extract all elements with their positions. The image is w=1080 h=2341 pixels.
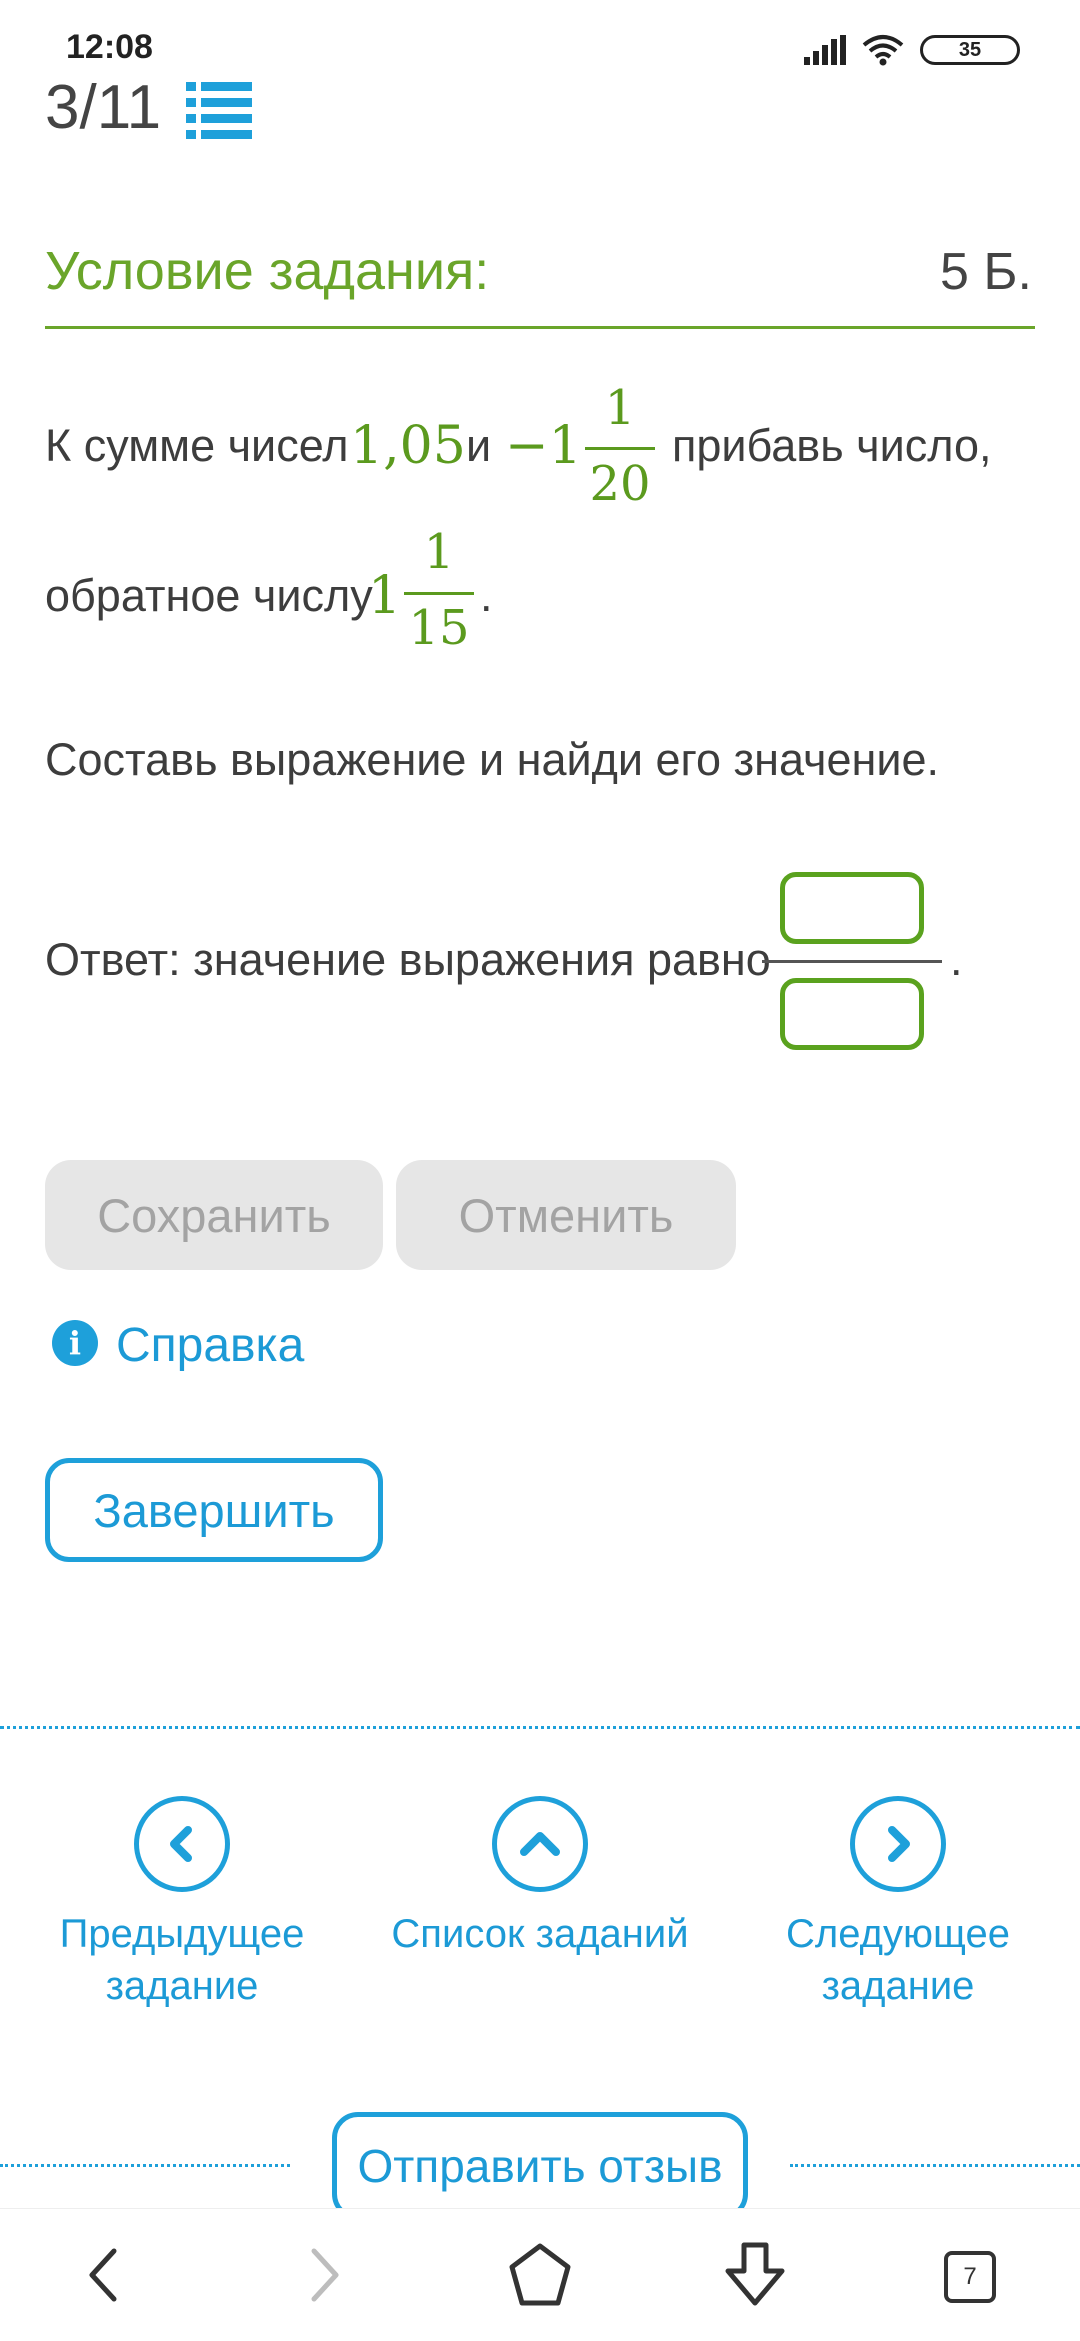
battery-indicator: 35 bbox=[920, 35, 1020, 65]
chevron-up-icon bbox=[520, 1832, 560, 1856]
number-b-denominator: 20 bbox=[589, 456, 651, 512]
line1-suffix: прибавь число, bbox=[672, 420, 992, 471]
number-c-numerator: 1 bbox=[423, 524, 455, 580]
download-icon[interactable] bbox=[720, 2239, 790, 2311]
answer-suffix: . bbox=[950, 934, 963, 985]
feedback-divider-right bbox=[790, 2164, 1080, 2167]
number-c-denominator: 15 bbox=[408, 600, 470, 656]
send-feedback-button[interactable]: Отправить отзыв bbox=[332, 2112, 748, 2220]
previous-task-label[interactable]: Предыдущее задание bbox=[42, 1908, 322, 2012]
next-task-button[interactable] bbox=[850, 1796, 946, 1892]
back-icon[interactable] bbox=[80, 2245, 128, 2305]
task-points: 5 Б. bbox=[940, 243, 1032, 301]
forward-icon[interactable] bbox=[300, 2245, 348, 2305]
numerator-input[interactable] bbox=[780, 872, 924, 944]
line2-prefix: обратное числу bbox=[45, 570, 373, 621]
previous-task-label-line1: Предыдущее bbox=[59, 1912, 305, 1956]
number-b-fraction-bar bbox=[585, 447, 655, 450]
signal-icon bbox=[804, 35, 846, 65]
denominator-input[interactable] bbox=[780, 978, 924, 1050]
task-condition-title: Условие задания: bbox=[45, 241, 490, 301]
number-a: 1,05 bbox=[350, 416, 466, 476]
status-icons: 35 bbox=[804, 30, 1020, 70]
feedback-divider-left bbox=[0, 2164, 290, 2167]
tabs-count-button[interactable]: 7 bbox=[944, 2251, 996, 2303]
finish-button[interactable]: Завершить bbox=[45, 1458, 383, 1562]
cancel-button[interactable]: Отменить bbox=[396, 1160, 736, 1270]
task-list-icon[interactable] bbox=[186, 80, 252, 140]
task-list-button[interactable] bbox=[492, 1796, 588, 1892]
number-b-numerator: 1 bbox=[604, 380, 636, 436]
instruction-text: Составь выражение и найди его значение. bbox=[45, 734, 940, 785]
number-c-fraction-bar bbox=[404, 592, 474, 595]
task-counter: 3/11 bbox=[45, 73, 162, 142]
line1-conjunction: и bbox=[466, 420, 492, 471]
next-task-label[interactable]: Следующее задание bbox=[758, 1908, 1038, 2012]
home-icon[interactable] bbox=[506, 2241, 574, 2309]
chevron-right-icon bbox=[888, 1826, 910, 1862]
task-list-label[interactable]: Список заданий bbox=[380, 1908, 700, 1960]
previous-task-button[interactable] bbox=[134, 1796, 230, 1892]
answer-fraction-bar bbox=[762, 960, 942, 963]
next-task-label-line2: задание bbox=[821, 1964, 975, 2008]
previous-task-label-line2: задание bbox=[105, 1964, 259, 2008]
heading-divider bbox=[45, 326, 1035, 329]
status-time: 12:08 bbox=[66, 28, 153, 66]
info-icon[interactable]: i bbox=[52, 1320, 98, 1366]
system-navigation-bar: 7 bbox=[0, 2208, 1080, 2341]
line1-prefix: К сумме чисел bbox=[45, 420, 349, 471]
section-divider bbox=[0, 1726, 1080, 1729]
save-button[interactable]: Сохранить bbox=[45, 1160, 383, 1270]
line2-suffix: . bbox=[480, 570, 493, 621]
number-b-whole: −1 bbox=[505, 416, 582, 476]
wifi-icon bbox=[862, 35, 904, 66]
answer-label: Ответ: значение выражения равно bbox=[45, 934, 771, 985]
number-c-whole: 1 bbox=[368, 566, 402, 626]
chevron-left-icon bbox=[170, 1826, 192, 1862]
help-link[interactable]: Справка bbox=[116, 1318, 304, 1373]
next-task-label-line1: Следующее bbox=[786, 1912, 1010, 1956]
